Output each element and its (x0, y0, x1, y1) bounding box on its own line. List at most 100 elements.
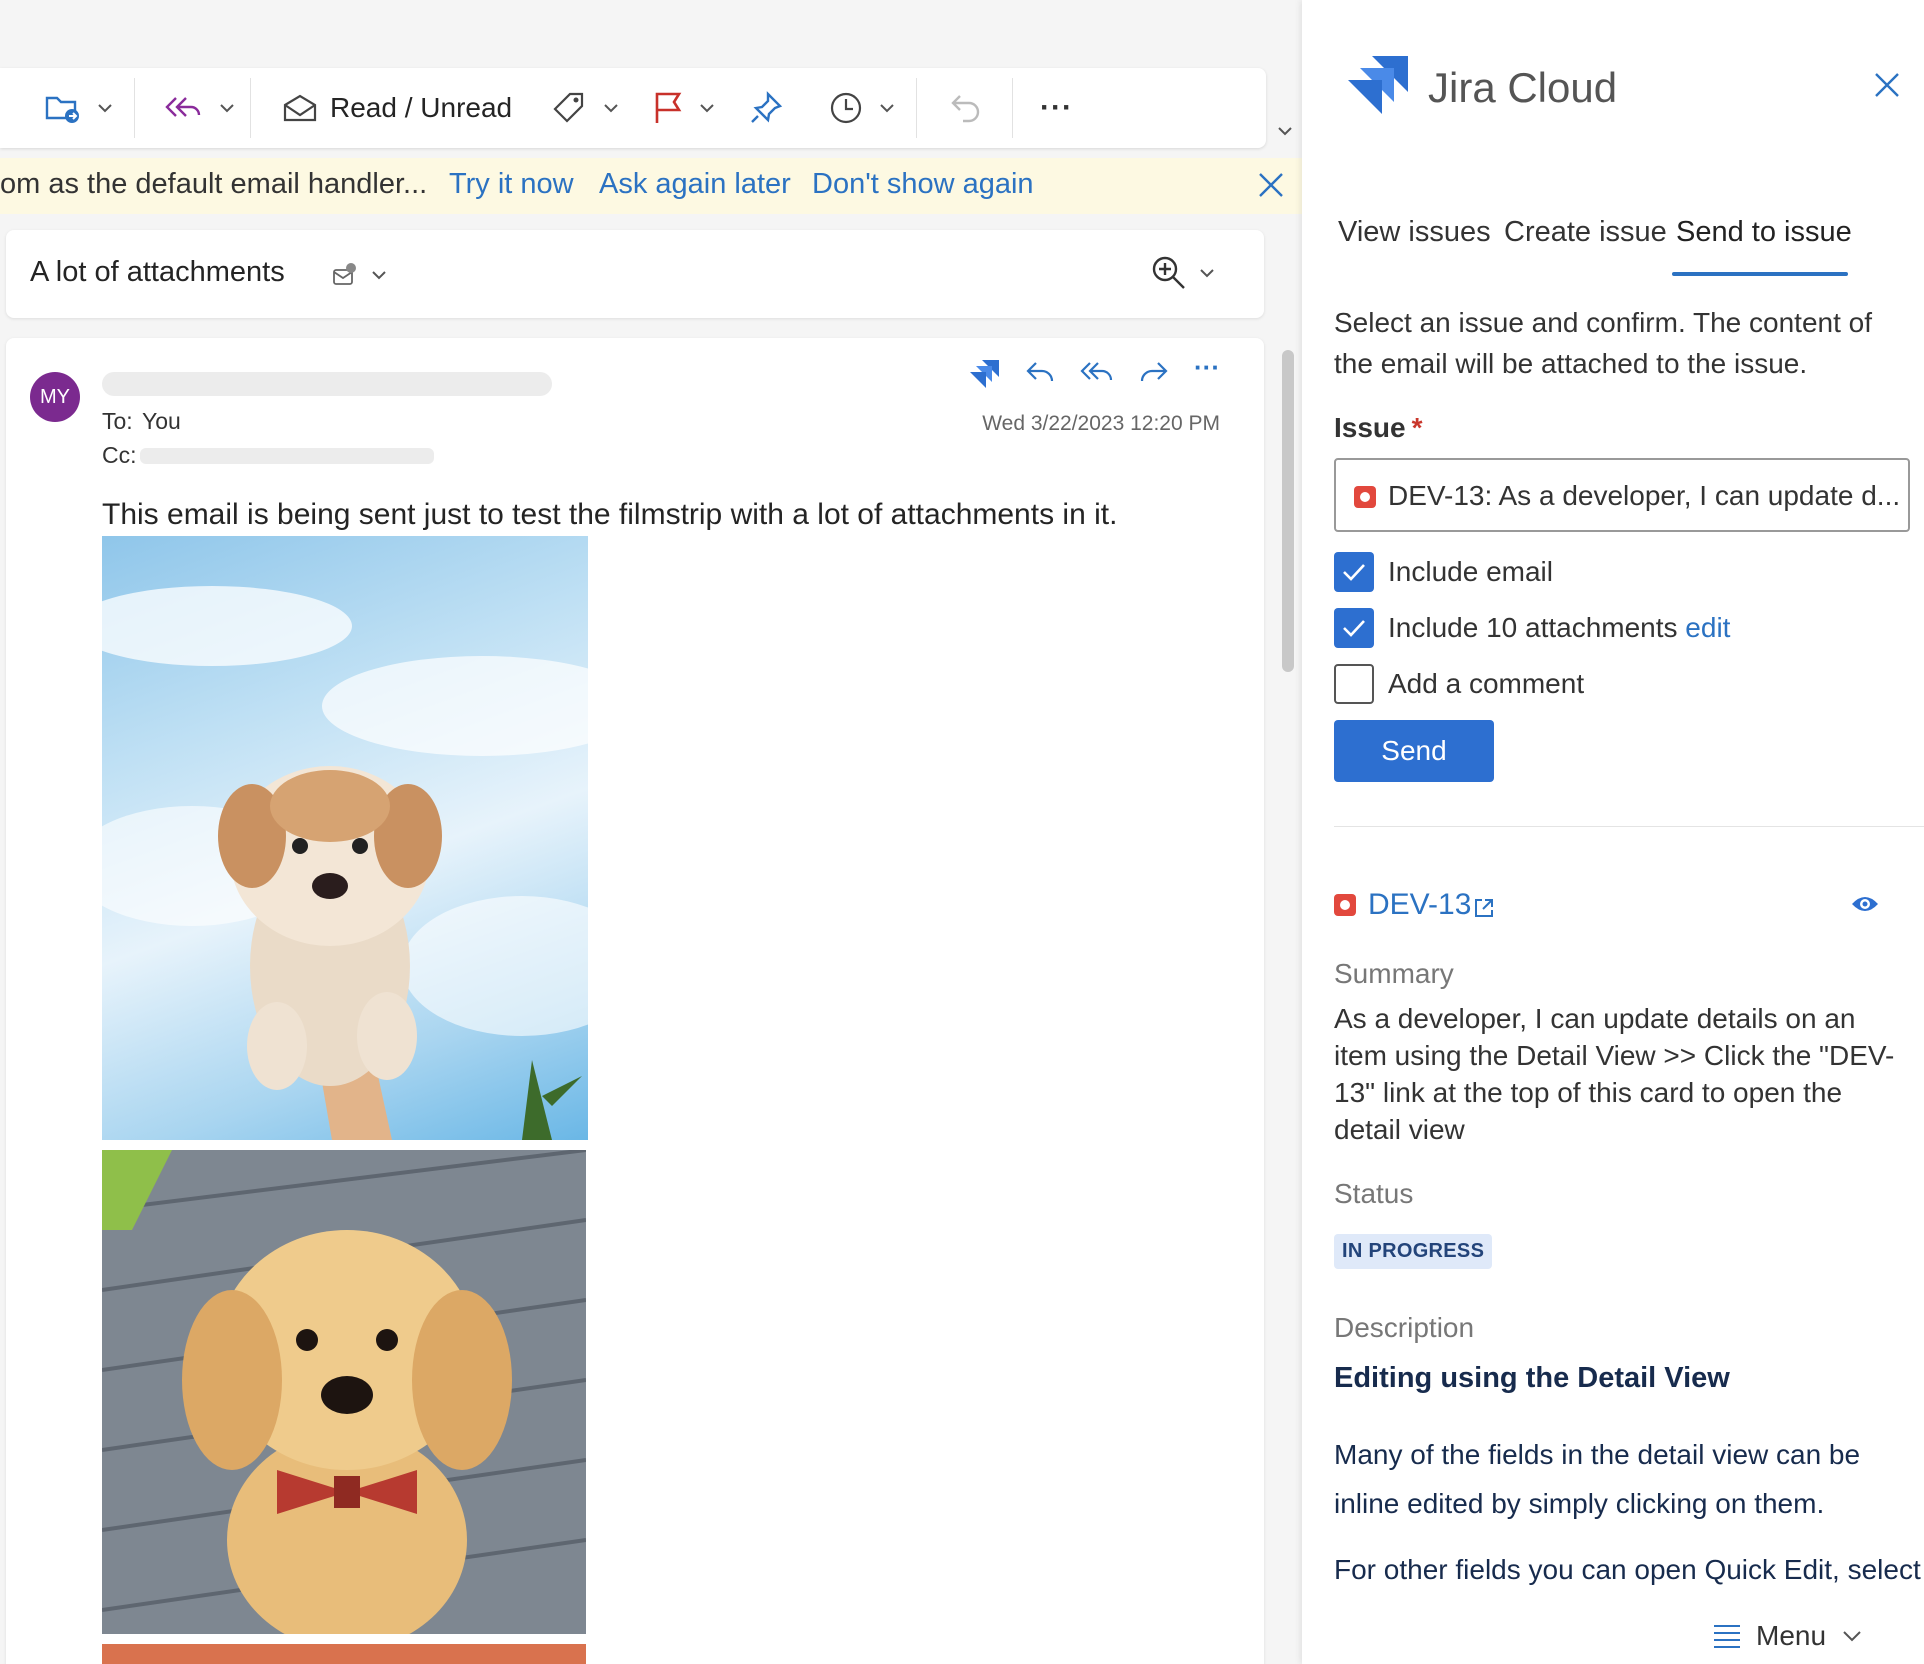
open-external-button[interactable] (1472, 896, 1496, 920)
reply-all-icon (1080, 362, 1113, 381)
reply-all-icon (164, 92, 202, 124)
close-icon (1259, 173, 1283, 197)
default-handler-banner: om as the default email handler... Try i… (0, 158, 1302, 214)
description-label: Description (1334, 1312, 1475, 1343)
categorize-button[interactable] (552, 84, 622, 132)
undo-button[interactable] (948, 84, 984, 132)
folder-move-icon (44, 90, 82, 126)
checkmark-icon (1343, 564, 1365, 581)
reply-icon (1026, 362, 1054, 382)
try-it-now-link[interactable]: Try it now (449, 168, 574, 201)
message-more-button[interactable]: ··· (1194, 352, 1220, 383)
include-email-label: Include email (1388, 556, 1553, 587)
toolbar-divider (134, 78, 135, 138)
forward-button[interactable] (1138, 358, 1170, 388)
redacted-sender (102, 372, 552, 396)
chevron-down-icon (696, 97, 718, 119)
chevron-down-icon (1843, 1631, 1861, 1642)
forward-icon (1140, 362, 1168, 382)
mail-summary-icon (333, 263, 356, 285)
envelope-open-icon (282, 92, 318, 124)
description-paragraph: For other fields you can open Quick Edit… (1334, 1554, 1921, 1585)
zoom-button[interactable] (1150, 254, 1218, 292)
pin-button[interactable] (748, 84, 784, 132)
pane-close-button[interactable] (1872, 70, 1902, 100)
chevron-down-icon (1278, 127, 1292, 136)
banner-close-button[interactable] (1256, 170, 1286, 200)
chevron-down-icon (372, 271, 386, 280)
chevron-down-icon (216, 97, 238, 119)
selected-tab-indicator (1672, 272, 1848, 276)
zoom-in-icon (1152, 256, 1185, 289)
checkmark-icon (1343, 620, 1365, 637)
close-icon (1875, 73, 1899, 97)
tab-view-issues[interactable]: View issues (1338, 216, 1491, 249)
snooze-button[interactable] (828, 84, 898, 132)
summary-label: Summary (1334, 958, 1454, 989)
eye-icon (1852, 897, 1878, 911)
chevron-down-icon (1200, 269, 1214, 278)
include-attachments-text: Include 10 attachments (1388, 612, 1678, 643)
status-label: Status (1334, 1178, 1414, 1209)
jira-logo-icon (1348, 56, 1408, 114)
add-comment-label: Add a comment (1388, 668, 1585, 699)
status-badge[interactable]: IN PROGRESS (1334, 1234, 1493, 1269)
hamburger-icon (1714, 1625, 1740, 1648)
redacted-cc (140, 448, 434, 464)
tab-create-issue[interactable]: Create issue (1504, 216, 1667, 249)
section-divider (1334, 826, 1924, 827)
read-unread-button[interactable]: Read / Unread (282, 84, 512, 132)
reply-all-button-inline[interactable] (1080, 358, 1114, 388)
to-recipient[interactable]: You (142, 408, 181, 435)
chevron-down-icon (94, 97, 116, 119)
dont-show-again-link[interactable]: Don't show again (812, 168, 1034, 201)
attachment-image-third[interactable] (102, 1644, 586, 1664)
conversation-header: A lot of attachments (6, 230, 1264, 318)
summary-button[interactable] (332, 262, 390, 288)
bug-icon (1354, 486, 1376, 508)
watch-button[interactable] (1850, 892, 1880, 916)
message-card: MY To: You Cc: ··· Wed 3/22/2023 12:20 P… (6, 338, 1264, 1664)
summary-text: As a developer, I can update details on … (1334, 1003, 1895, 1145)
issue-key-link[interactable]: DEV-13 (1368, 888, 1471, 922)
move-to-button[interactable] (44, 84, 116, 132)
chevron-down-icon (876, 97, 898, 119)
issue-select-value: DEV-13: As a developer, I can update d..… (1388, 480, 1898, 511)
to-label: To: (102, 408, 133, 434)
reply-all-button[interactable] (164, 84, 238, 132)
more-icon: ··· (1040, 91, 1073, 124)
ask-again-later-link[interactable]: Ask again later (599, 168, 791, 201)
expand-ribbon-button[interactable] (1274, 120, 1296, 142)
menu-button[interactable]: Menu (1712, 1616, 1865, 1656)
chevron-down-icon (600, 97, 622, 119)
puppy-bowtie-illustration (102, 1150, 586, 1634)
required-marker: * (1411, 412, 1423, 443)
reply-button[interactable] (1024, 358, 1056, 388)
edit-attachments-link[interactable]: edit (1685, 612, 1730, 643)
undo-icon (948, 90, 984, 126)
reading-pane-scrollbar[interactable] (1282, 350, 1294, 672)
attachment-image-puppy-bowtie[interactable] (102, 1150, 586, 1634)
jira-addin-button[interactable] (968, 356, 1002, 390)
add-comment-checkbox[interactable] (1334, 664, 1374, 704)
cc-label: Cc: (102, 442, 137, 468)
more-actions-button[interactable]: ··· (1040, 84, 1073, 132)
avatar[interactable]: MY (30, 372, 80, 422)
send-button[interactable]: Send (1334, 720, 1494, 782)
include-email-checkbox[interactable] (1334, 552, 1374, 592)
attachment-image-puppy-sky[interactable] (102, 536, 588, 1140)
issue-field-label: Issue * (1334, 412, 1423, 444)
external-link-icon (1475, 899, 1493, 917)
menu-label: Menu (1756, 1620, 1827, 1651)
toolbar-divider (1012, 78, 1013, 138)
include-attachments-checkbox[interactable] (1334, 608, 1374, 648)
tag-icon (552, 90, 588, 126)
jira-logo (1346, 52, 1412, 118)
issue-select[interactable]: DEV-13: As a developer, I can update d..… (1334, 458, 1910, 532)
tab-send-to-issue[interactable]: Send to issue (1676, 216, 1852, 249)
flag-button[interactable] (652, 84, 718, 132)
issue-label-text: Issue (1334, 412, 1406, 443)
banner-message: om as the default email handler... (0, 168, 428, 200)
message-date: Wed 3/22/2023 12:20 PM (982, 412, 1220, 435)
toolbar-divider (916, 78, 917, 138)
